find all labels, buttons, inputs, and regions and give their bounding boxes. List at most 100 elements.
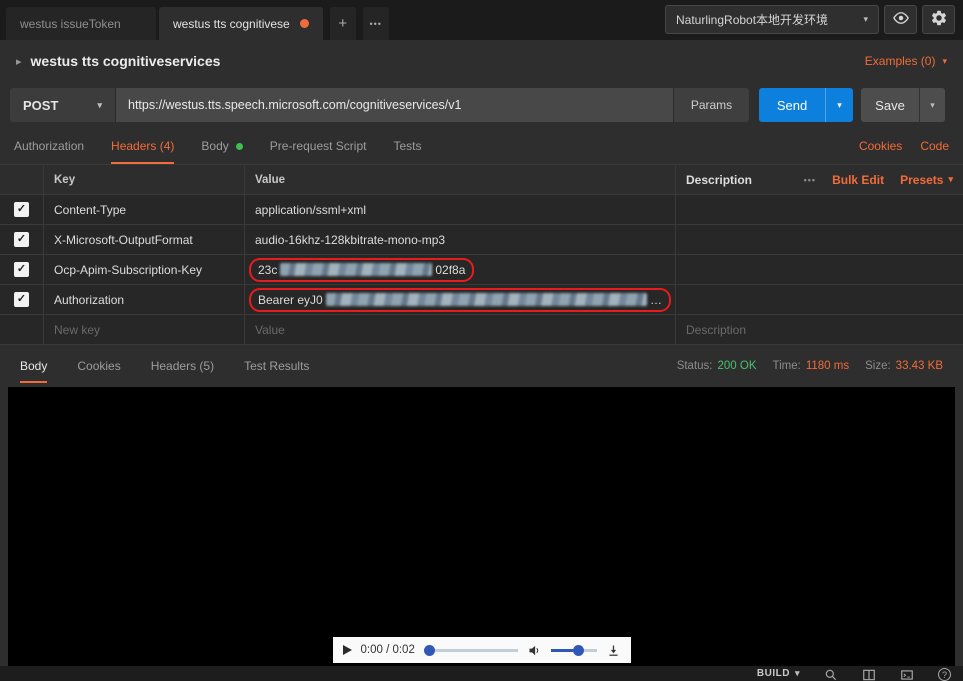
row-checkbox[interactable]: ✓ bbox=[14, 202, 29, 217]
status-value: 200 OK bbox=[717, 360, 757, 372]
header-value-cell[interactable]: 23c 02f8a bbox=[245, 255, 676, 284]
header-value-cell[interactable]: Bearer eyJ0 … bbox=[245, 285, 676, 314]
examples-button[interactable]: Examples (0) ▾ bbox=[865, 54, 947, 68]
request-tabs-links: Cookies Code bbox=[859, 139, 949, 153]
header-description-cell[interactable] bbox=[676, 195, 963, 224]
url-input[interactable]: https://westus.tts.speech.microsoft.com/… bbox=[116, 88, 673, 122]
row-checkbox[interactable]: ✓ bbox=[14, 262, 29, 277]
topbar: westus issueToken westus tts cognitivese… bbox=[0, 0, 963, 40]
save-options-button[interactable]: ▾ bbox=[919, 88, 945, 122]
play-button[interactable] bbox=[342, 645, 352, 655]
new-key-input[interactable] bbox=[54, 322, 234, 337]
search-icon[interactable] bbox=[824, 668, 838, 681]
response-tab-headers[interactable]: Headers (5) bbox=[151, 349, 214, 383]
row-checkbox[interactable]: ✓ bbox=[14, 232, 29, 247]
table-options-button[interactable]: ••• bbox=[804, 175, 816, 185]
row-checkbox[interactable]: ✓ bbox=[14, 292, 29, 307]
header-description-cell[interactable] bbox=[676, 225, 963, 254]
header-key-cell[interactable]: Authorization bbox=[44, 285, 245, 314]
presets-button[interactable]: Presets ▾ bbox=[900, 173, 953, 187]
status-label: Status: bbox=[676, 360, 713, 372]
build-selector[interactable]: BUILD ▾ bbox=[757, 668, 800, 679]
body-present-dot-icon bbox=[235, 142, 243, 150]
send-options-button[interactable]: ▾ bbox=[825, 88, 853, 122]
environment-controls: NaturlingRobot本地开发环境 ▾ bbox=[665, 5, 955, 34]
header-key-cell[interactable]: X-Microsoft-OutputFormat bbox=[44, 225, 245, 254]
console-icon[interactable] bbox=[900, 668, 914, 681]
eye-icon bbox=[892, 9, 910, 30]
response-tab-test-results[interactable]: Test Results bbox=[244, 349, 309, 383]
settings-button[interactable] bbox=[922, 5, 955, 34]
volume-handle[interactable] bbox=[572, 644, 584, 656]
response-tab-body[interactable]: Body bbox=[20, 349, 48, 383]
environment-selector[interactable]: NaturlingRobot本地开发环境 ▾ bbox=[665, 5, 879, 34]
new-description-input[interactable] bbox=[686, 322, 953, 337]
save-button[interactable]: Save bbox=[861, 88, 919, 122]
header-row-output-format: ✓ X-Microsoft-OutputFormat audio-16khz-1… bbox=[0, 225, 963, 255]
request-title: westus tts cognitiveservices bbox=[30, 53, 221, 69]
bulk-edit-button[interactable]: Bulk Edit bbox=[832, 173, 884, 187]
check-icon: ✓ bbox=[16, 293, 27, 305]
volume-slider[interactable] bbox=[550, 644, 597, 656]
column-header-value: Value bbox=[245, 165, 676, 194]
header-description-cell[interactable] bbox=[676, 255, 963, 284]
header-key-cell[interactable]: Content-Type bbox=[44, 195, 245, 224]
header-row-authorization: ✓ Authorization Bearer eyJ0 … bbox=[0, 285, 963, 315]
header-description-cell[interactable] bbox=[676, 285, 963, 314]
tab-prerequest-script[interactable]: Pre-request Script bbox=[270, 128, 367, 164]
redaction-smear bbox=[280, 263, 433, 276]
check-icon: ✓ bbox=[16, 263, 27, 275]
check-icon: ✓ bbox=[16, 233, 27, 245]
tab-authorization[interactable]: Authorization bbox=[14, 128, 84, 164]
save-button-group: Save ▾ bbox=[861, 88, 945, 122]
audio-time: 0:00 / 0:02 bbox=[360, 644, 415, 656]
response-tabs: Body Cookies Headers (5) Test Results St… bbox=[0, 345, 963, 387]
audio-player: 0:00 / 0:02 bbox=[332, 637, 631, 663]
tab-label: westus issueToken bbox=[20, 16, 121, 31]
two-pane-layout-icon[interactable] bbox=[862, 668, 876, 681]
redacted-value-highlight[interactable]: Bearer eyJ0 … bbox=[249, 287, 671, 312]
help-icon[interactable]: ? bbox=[938, 668, 951, 681]
tab-body[interactable]: Body bbox=[201, 128, 243, 164]
request-tab-cognitiveservices[interactable]: westus tts cognitivese bbox=[159, 7, 323, 40]
seek-slider[interactable] bbox=[423, 644, 518, 656]
redacted-value-highlight[interactable]: 23c 02f8a bbox=[249, 257, 475, 282]
headers-table-header-row: Key Value Description ••• Bulk Edit Pres… bbox=[0, 165, 963, 195]
chevron-down-icon: ▾ bbox=[930, 99, 935, 110]
request-url-row: POST ▾ https://westus.tts.speech.microso… bbox=[0, 82, 963, 128]
caret-right-icon[interactable]: ▸ bbox=[16, 55, 22, 68]
seek-handle[interactable] bbox=[423, 644, 435, 656]
column-header-description: Description ••• Bulk Edit Presets ▾ bbox=[686, 172, 953, 187]
redaction-smear bbox=[325, 293, 647, 306]
tab-headers[interactable]: Headers (4) bbox=[111, 128, 175, 164]
params-button[interactable]: Params bbox=[673, 88, 749, 122]
headers-editor-table: Key Value Description ••• Bulk Edit Pres… bbox=[0, 164, 963, 345]
send-button[interactable]: Send bbox=[759, 88, 825, 122]
header-value-cell[interactable]: audio-16khz-128kbitrate-mono-mp3 bbox=[245, 225, 676, 254]
cookies-link[interactable]: Cookies bbox=[859, 139, 902, 153]
environment-preview-button[interactable] bbox=[884, 5, 917, 34]
time-value: 1180 ms bbox=[805, 360, 850, 372]
unsaved-dot-icon bbox=[299, 19, 309, 28]
response-tab-cookies[interactable]: Cookies bbox=[77, 349, 120, 383]
header-row-new bbox=[0, 315, 963, 345]
download-icon[interactable] bbox=[606, 643, 621, 658]
header-value-cell[interactable]: application/ssml+xml bbox=[245, 195, 676, 224]
size-label: Size: bbox=[865, 360, 891, 372]
postman-window: westus issueToken westus tts cognitivese… bbox=[0, 0, 963, 681]
bottom-statusbar: BUILD ▾ ? bbox=[0, 666, 963, 681]
request-tabs: Authorization Headers (4) Body Pre-reque… bbox=[0, 128, 963, 164]
tab-tests[interactable]: Tests bbox=[393, 128, 421, 164]
tab-options-button[interactable]: ••• bbox=[362, 7, 389, 40]
value-prefix: 23c bbox=[258, 262, 278, 277]
new-value-input[interactable] bbox=[255, 322, 665, 337]
chevron-down-icon: ▾ bbox=[942, 55, 947, 66]
environment-name: NaturlingRobot本地开发环境 bbox=[676, 13, 829, 27]
new-tab-button[interactable]: + bbox=[329, 7, 356, 40]
header-key-cell[interactable]: Ocp-Apim-Subscription-Key bbox=[44, 255, 245, 284]
volume-icon[interactable] bbox=[527, 643, 542, 658]
request-tab-issuetoken[interactable]: westus issueToken bbox=[6, 7, 156, 40]
column-header-key: Key bbox=[44, 165, 245, 194]
method-select[interactable]: POST ▾ bbox=[10, 88, 116, 122]
code-link[interactable]: Code bbox=[920, 139, 949, 153]
